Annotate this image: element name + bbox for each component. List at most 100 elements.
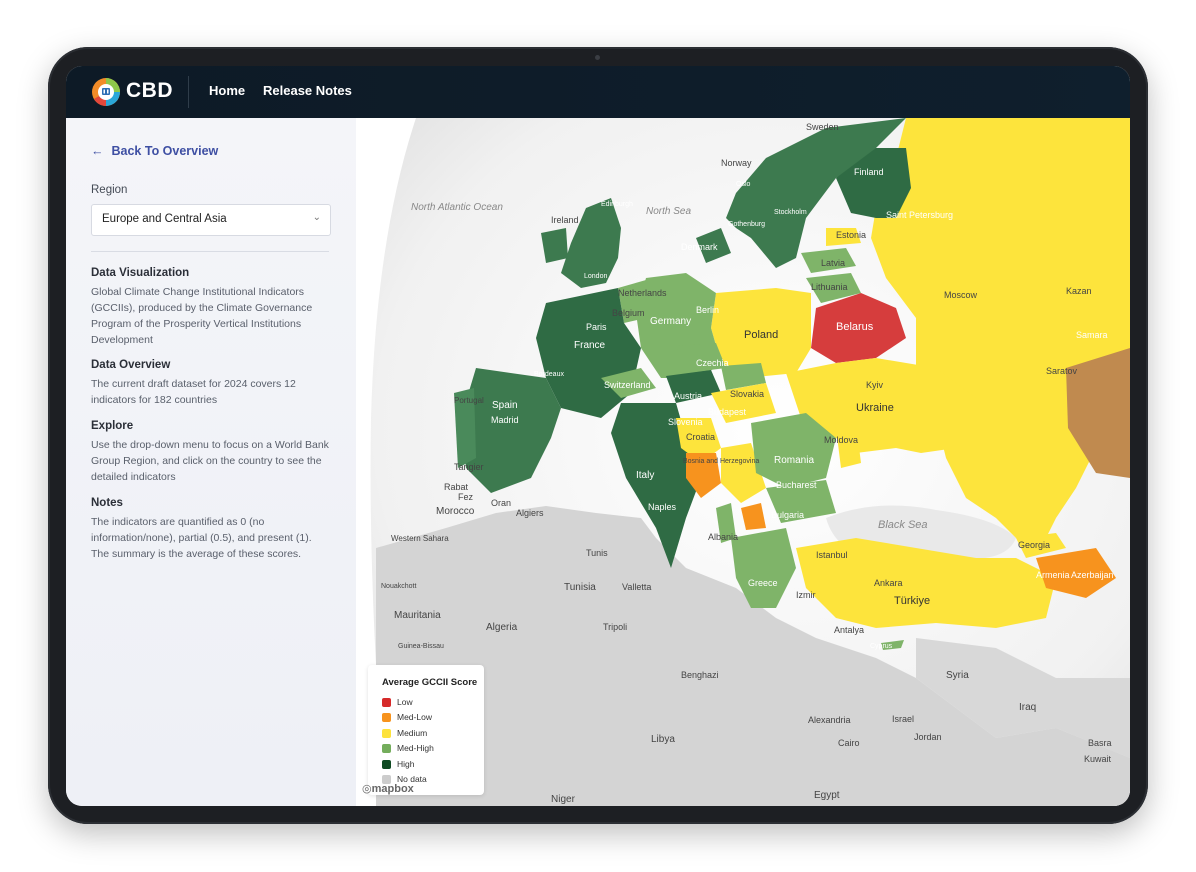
legend-item-med-low: Med-Low [382, 711, 432, 723]
label-estonia: Estonia [836, 230, 866, 240]
label-tunisia: Tunisia [564, 582, 596, 593]
label-algiers: Algiers [516, 508, 544, 518]
label-germany: Germany [650, 316, 691, 327]
sidebar-panel: ← Back To Overview Region Europe and Cent… [66, 118, 356, 806]
label-tunis: Tunis [586, 548, 608, 558]
label-greece: Greece [748, 578, 778, 588]
label-mauritania: Mauritania [394, 610, 441, 621]
section-title-notes: Notes [91, 497, 123, 509]
label-alexandria: Alexandria [808, 715, 851, 725]
label-rabat: Rabat [444, 482, 469, 492]
label-poland: Poland [744, 329, 778, 341]
arrow-left-icon: ← [91, 144, 104, 158]
cbd-logo-icon[interactable] [91, 77, 121, 107]
legend-swatch-med-low [382, 712, 391, 722]
chevron-down-icon: ⌄ [312, 212, 321, 223]
back-to-overview-link[interactable]: ← Back To Overview [91, 144, 218, 158]
mapbox-logo[interactable]: ◎mapbox [362, 782, 414, 795]
label-iraq: Iraq [1019, 702, 1036, 713]
label-oran: Oran [491, 498, 511, 508]
label-czechia: Czechia [696, 358, 729, 368]
label-turkiye: Türkiye [894, 595, 930, 607]
nav-release-notes-link[interactable]: Release Notes [263, 83, 352, 98]
label-paris: Paris [586, 322, 607, 332]
label-belgium: Belgium [612, 308, 645, 318]
label-niger: Niger [551, 794, 576, 805]
label-slovakia: Slovakia [730, 389, 764, 399]
label-berlin: Berlin [696, 305, 719, 315]
label-fez: Fez [458, 492, 474, 502]
label-croatia: Croatia [686, 432, 715, 442]
label-moscow: Moscow [944, 290, 978, 300]
label-bosnia: Bosnia and Herzegovina [683, 458, 759, 465]
label-kuwait: Kuwait [1084, 754, 1112, 764]
camera-dot [595, 55, 600, 60]
label-saint-petersburg: Saint Petersburg [886, 210, 953, 220]
legend-swatch-medium [382, 728, 391, 738]
mapbox-icon: ◎ [362, 783, 372, 795]
label-nouakchott: Nouakchott [381, 583, 416, 590]
legend-item-med-high: Med-High [382, 742, 434, 754]
section-body-notes: The indicators are quantified as 0 (no i… [91, 516, 312, 560]
label-kyiv: Kyiv [866, 380, 884, 390]
label-cairo: Cairo [838, 738, 860, 748]
logo-text[interactable]: CBD [126, 79, 173, 103]
section-body-data-visualization: Global Climate Change Institutional Indi… [91, 286, 313, 346]
label-moldova: Moldova [824, 435, 858, 445]
legend-item-low: Low [382, 696, 413, 708]
region-select-value: Europe and Central Asia [102, 213, 227, 225]
region-select[interactable]: Europe and Central Asia ⌄ [91, 204, 331, 236]
legend-item-medium: Medium [382, 727, 427, 739]
label-oslo: Oslo [736, 181, 751, 188]
map-legend: Average GCCII Score Low Med-Low Medium M… [368, 665, 484, 795]
section-title-explore: Explore [91, 420, 134, 432]
label-ankara: Ankara [874, 578, 903, 588]
label-bordeaux: Bordeaux [534, 371, 564, 378]
label-armenia: Armenia [1036, 570, 1070, 580]
label-bucharest: Bucharest [776, 480, 817, 490]
label-netherlands: Netherlands [618, 288, 667, 298]
section-body-explore: Use the drop-down menu to focus on a Wor… [91, 439, 329, 483]
label-black-sea: Black Sea [878, 519, 928, 531]
top-navigation-bar: CBD Home Release Notes [66, 66, 1130, 118]
label-portugal: Portugal [454, 396, 484, 405]
label-saratov: Saratov [1046, 366, 1078, 376]
label-spain: Spain [492, 400, 518, 411]
section-title-data-overview: Data Overview [91, 359, 171, 371]
tablet-frame: CBD Home Release Notes ← Back To Overview… [48, 47, 1148, 824]
legend-swatch-low [382, 697, 391, 707]
label-jordan: Jordan [914, 732, 942, 742]
label-france: France [574, 340, 606, 351]
label-lithuania: Lithuania [811, 282, 848, 292]
label-stockholm: Stockholm [774, 209, 807, 216]
label-antalya: Antalya [834, 625, 864, 635]
back-label: Back To Overview [111, 144, 219, 158]
label-slovenia: Slovenia [668, 417, 703, 427]
legend-label: Med-High [397, 743, 434, 753]
label-finland: Finland [854, 167, 884, 177]
divider [91, 251, 329, 252]
legend-swatch-med-high [382, 743, 391, 753]
region-label: Region [91, 184, 128, 196]
label-azerbaijan: Azerbaijan [1071, 570, 1114, 580]
label-georgia: Georgia [1018, 540, 1050, 550]
label-madrid: Madrid [491, 415, 519, 425]
legend-title: Average GCCII Score [382, 677, 478, 688]
label-albania: Albania [708, 532, 738, 542]
legend-swatch-high [382, 759, 391, 769]
legend-label: High [397, 759, 415, 769]
label-benghazi: Benghazi [681, 670, 719, 680]
label-london: London [584, 273, 607, 280]
label-gothenburg: Gothenburg [728, 221, 765, 228]
screen: CBD Home Release Notes ← Back To Overview… [66, 66, 1130, 806]
nav-home-link[interactable]: Home [209, 83, 245, 98]
label-switzerland: Switzerland [604, 380, 651, 390]
label-morocco: Morocco [436, 506, 475, 517]
label-belarus: Belarus [836, 321, 874, 333]
label-austria: Austria [674, 391, 702, 401]
choropleth-map[interactable]: Sweden Norway Finland Ireland Denmark Es… [356, 118, 1130, 806]
label-sweden: Sweden [806, 122, 839, 132]
label-izmir: Izmir [796, 590, 816, 600]
label-kazan: Kazan [1066, 286, 1092, 296]
label-budapest: Budapest [708, 407, 747, 417]
